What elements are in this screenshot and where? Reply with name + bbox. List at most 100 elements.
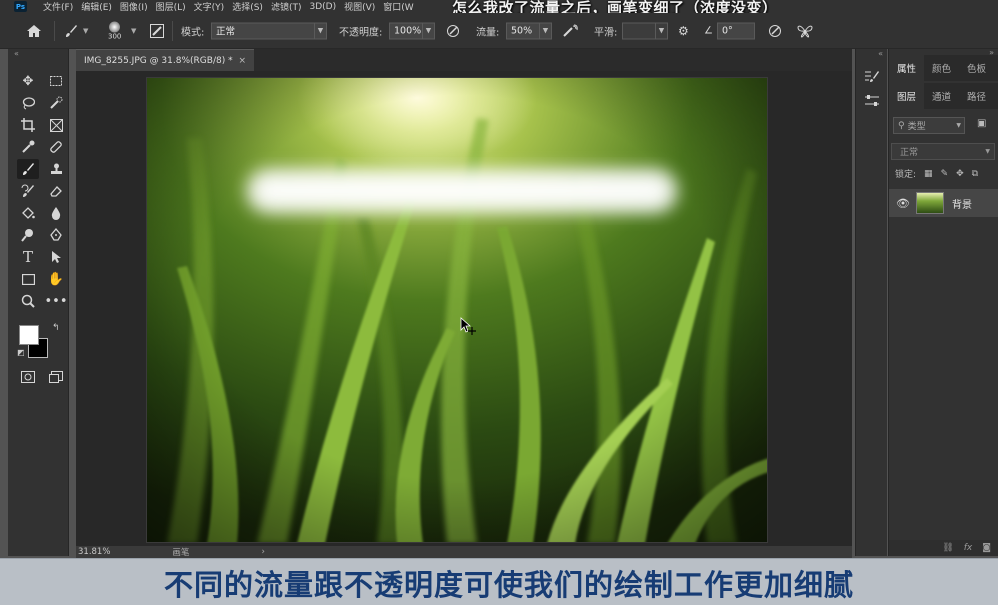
lock-transparent-icon[interactable]: ▦ (924, 169, 933, 179)
zoom-tool[interactable] (17, 291, 39, 311)
brush-settings-panel-button[interactable] (861, 67, 883, 87)
smoothing-options-button[interactable]: ⚙ (678, 24, 689, 38)
quick-select-tool[interactable] (45, 93, 67, 113)
brush-tool-preset[interactable]: ▼ (63, 23, 88, 39)
blend-mode-select[interactable]: 正常 ▼ (891, 143, 995, 160)
more-tools-button[interactable]: ••• (45, 291, 68, 311)
angle-input[interactable]: ∠ 0° (704, 22, 755, 39)
quick-select-icon (50, 96, 63, 109)
status-info: 画笔 (172, 548, 190, 558)
history-brush-tool[interactable] (17, 181, 39, 201)
blur-tool[interactable] (45, 203, 67, 223)
type-tool[interactable]: T (17, 247, 39, 267)
menu-image[interactable]: 图像(I) (120, 0, 148, 13)
brush-tool[interactable] (17, 159, 39, 179)
lasso-icon (22, 97, 35, 110)
lock-artboard-icon[interactable]: ⧉ (972, 169, 978, 179)
pen-icon (50, 228, 62, 241)
rectangle-tool[interactable] (17, 269, 39, 289)
chevron-down-icon[interactable]: ▼ (131, 27, 136, 35)
mode-value: 正常 (211, 22, 315, 39)
menu-layer[interactable]: 图层(L) (156, 0, 186, 13)
tab-channels[interactable]: 通道 (924, 83, 959, 109)
soft-brush-icon (109, 21, 121, 32)
flow-value: 50% (506, 22, 540, 39)
opacity-value: 100% (389, 22, 423, 39)
fx-icon[interactable]: fx (964, 543, 973, 553)
tab-properties[interactable]: 属性 (889, 55, 925, 81)
image-filter-icon[interactable]: ▣ (977, 118, 986, 129)
layer-row[interactable]: 👁 背景 (889, 189, 998, 217)
menu-select[interactable]: 选择(S) (232, 0, 263, 13)
canvas-area[interactable] (76, 71, 852, 546)
menu-filter[interactable]: 滤镜(T) (271, 0, 302, 13)
lock-position-icon[interactable]: ✥ (956, 169, 964, 179)
marquee-tool[interactable] (45, 71, 67, 91)
flow-input[interactable]: 50% ▼ (506, 22, 552, 39)
opacity-input[interactable]: 100% ▼ (389, 22, 435, 39)
move-tool[interactable]: ✥ (17, 71, 39, 91)
menu-3d[interactable]: 3D(D) (309, 2, 336, 12)
pressure-opacity-button[interactable] (446, 24, 460, 38)
photoshop-logo: Ps (14, 1, 27, 12)
zoom-level[interactable]: 31.81% (78, 547, 110, 557)
grass-photo[interactable] (146, 77, 768, 543)
lock-paint-icon[interactable]: ✎ (941, 169, 949, 179)
tab-color[interactable]: 颜色 (924, 55, 959, 81)
gear-icon: ⚙ (678, 23, 689, 38)
pen-tool[interactable] (45, 225, 67, 245)
screen-mode-button[interactable] (45, 367, 67, 387)
link-icon[interactable]: ⛓ (942, 543, 953, 553)
chevron-right-icon[interactable]: › (261, 547, 264, 557)
quick-mask-button[interactable] (17, 367, 39, 387)
menu-file[interactable]: 文件(F) (43, 0, 73, 13)
swap-colors-icon[interactable]: ↰ (52, 323, 60, 333)
menu-type[interactable]: 文字(Y) (194, 0, 225, 13)
smoothing-input[interactable]: ▼ (622, 22, 668, 39)
brush-settings-icon (865, 71, 879, 82)
bandage-icon (50, 141, 62, 153)
history-brush-icon (21, 184, 34, 197)
symmetry-button[interactable] (797, 24, 813, 38)
default-colors-icon[interactable]: ◩ (17, 348, 25, 357)
brush-size-picker[interactable]: 300 (108, 21, 121, 40)
collapse-icon[interactable]: « (14, 49, 19, 58)
pressure-pen-icon (447, 24, 459, 37)
eye-icon[interactable]: 👁 (896, 197, 910, 210)
adjustments-panel-button[interactable] (861, 91, 883, 111)
dodge-tool[interactable] (17, 225, 39, 245)
menu-edit[interactable]: 编辑(E) (81, 0, 112, 13)
expand-icon[interactable]: « (878, 49, 883, 58)
close-icon[interactable]: × (238, 56, 246, 66)
angle-icon: ∠ (704, 25, 713, 36)
blend-mode-value: 正常 (900, 148, 919, 158)
layers-tab-group: 图层 通道 路径 (889, 83, 998, 109)
eraser-tool[interactable] (45, 181, 67, 201)
path-select-tool[interactable] (45, 247, 67, 267)
document-tab[interactable]: IMG_8255.JPG @ 31.8%(RGB/8) * × (76, 49, 254, 71)
lasso-tool[interactable] (17, 93, 39, 113)
tab-swatches[interactable]: 色板 (959, 55, 994, 81)
status-bar: 31.81% 画笔 › (76, 546, 852, 558)
pressure-size-button[interactable] (768, 24, 782, 38)
hand-tool[interactable]: ✋ (45, 269, 67, 289)
menu-window[interactable]: 窗口(W (383, 0, 413, 13)
frame-tool[interactable] (45, 115, 67, 135)
foreground-color-swatch[interactable] (19, 325, 39, 345)
airbrush-button[interactable] (562, 24, 578, 38)
mode-select[interactable]: 正常 ▼ (211, 22, 327, 39)
grass-photo-image (147, 78, 767, 542)
tab-paths[interactable]: 路径 (959, 83, 994, 109)
mask-icon[interactable]: ◙ (982, 543, 991, 553)
lock-label: 锁定: (895, 170, 917, 180)
menu-view[interactable]: 视图(V) (344, 0, 375, 13)
crop-tool[interactable] (17, 115, 39, 135)
stamp-tool[interactable] (45, 159, 67, 179)
layer-filter-select[interactable]: ⚲ 类型 ▼ (893, 117, 965, 134)
healing-brush-tool[interactable] (45, 137, 67, 157)
paint-bucket-tool[interactable] (17, 203, 39, 223)
brush-settings-toggle[interactable] (150, 23, 164, 38)
home-button[interactable] (26, 24, 42, 38)
tab-layers[interactable]: 图层 (889, 83, 925, 109)
eyedropper-tool[interactable] (17, 137, 39, 157)
